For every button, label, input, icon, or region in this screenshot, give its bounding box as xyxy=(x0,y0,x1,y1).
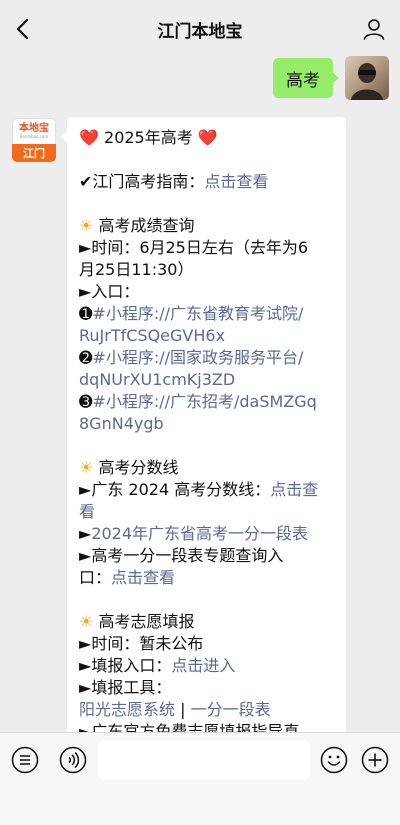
nav-bar: 江门本地宝 xyxy=(0,0,400,58)
incoming-message-bubble[interactable]: ❤️ 2025年高考 ❤️ ✔江门高考指南：点击查看 ☀ 高考成绩查询 ►时间：… xyxy=(61,117,346,757)
entry1-link-cont[interactable]: RuJrTfCSQeGVH6x xyxy=(79,325,339,347)
guide-line: ✔江门高考指南：点击查看 xyxy=(79,171,339,193)
sun-icon: ☀ xyxy=(79,458,94,477)
arrow-icon: ► xyxy=(79,634,92,653)
entry1-line: ➊#小程序://广东省教育考试院/ xyxy=(79,303,339,325)
volunteer-heading-line: ☀ 高考志愿填报 xyxy=(79,611,339,633)
score-line-item1-link[interactable]: 点击查 xyxy=(270,480,318,499)
outgoing-message-bubble[interactable]: 高考 xyxy=(273,58,339,98)
sun-icon: ☀ xyxy=(79,216,94,235)
score-line-item3-cont: 口：点击查看 xyxy=(79,567,339,589)
arrow-icon: ► xyxy=(79,678,92,697)
outgoing-message-text: 高考 xyxy=(286,70,320,91)
entry2-line: ➋#小程序://国家政务服务平台/ xyxy=(79,347,339,369)
bendibao-avatar[interactable]: 本地宝 Bendibao.com 江门 xyxy=(12,118,56,162)
score-line-heading: 高考分数线 xyxy=(98,458,179,477)
score-line-item1-link-cont[interactable]: 看 xyxy=(79,501,339,523)
volunteer-entry-label: 填报入口： xyxy=(91,656,172,675)
arrow-icon: ► xyxy=(79,238,92,257)
entry3-line: ➌#小程序://广东招考/daSMZGq xyxy=(79,391,339,413)
emoji-icon[interactable] xyxy=(320,746,348,774)
volunteer-time-line: ►时间：暂未公布 xyxy=(79,633,339,655)
check-icon: ✔ xyxy=(79,172,93,191)
my-avatar[interactable] xyxy=(345,56,389,100)
chat-input-bar xyxy=(0,732,400,825)
score-line-item3: ►高考一分一段表专题查询入 xyxy=(79,545,339,567)
score-time-text: 时间：6月25日左右（去年为6 xyxy=(91,238,309,257)
volunteer-tools-line: ►填报工具： xyxy=(79,677,339,699)
score-query-heading: 高考成绩查询 xyxy=(98,216,195,235)
chat-title: 江门本地宝 xyxy=(157,21,243,42)
avatar-logo-text: 本地宝 xyxy=(19,122,49,134)
message-title: 2025年高考 xyxy=(104,128,193,147)
number-two-icon: ➋ xyxy=(79,348,93,367)
score-line-item3-text: 高考一分一段表专题查询入 xyxy=(91,546,284,565)
heart-icon: ❤️ xyxy=(197,128,218,147)
avatar-city-label: 江门 xyxy=(12,144,56,162)
volunteer-time: 时间：暂未公布 xyxy=(91,634,204,653)
avatar-logo-area: 本地宝 Bendibao.com xyxy=(12,118,56,144)
score-line-item1: ►广东 2024 高考分数线：点击查 xyxy=(79,479,339,501)
message-input[interactable] xyxy=(98,741,310,779)
arrow-icon: ► xyxy=(79,480,92,499)
score-line-heading-line: ☀ 高考分数线 xyxy=(79,457,339,479)
volunteer-tools-label: 填报工具： xyxy=(91,678,172,697)
entry3-link[interactable]: #小程序://广东招考/daSMZGq xyxy=(92,392,316,411)
volunteer-entry-link[interactable]: 点击进入 xyxy=(171,656,235,675)
message-content: ❤️ 2025年高考 ❤️ ✔江门高考指南：点击查看 ☀ 高考成绩查询 ►时间：… xyxy=(79,127,339,743)
score-line-item2: ►2024年广东省高考一分一段表 xyxy=(79,523,339,545)
user-icon[interactable] xyxy=(362,17,386,41)
number-one-icon: ➊ xyxy=(79,304,93,323)
guide-label: 江门高考指南： xyxy=(92,172,205,191)
score-line-item3-label: 口： xyxy=(79,568,112,587)
message-title-line: ❤️ 2025年高考 ❤️ xyxy=(79,127,339,149)
entry2-link[interactable]: #小程序://国家政务服务平台/ xyxy=(92,348,303,367)
sunshine-system-link[interactable]: 阳光志愿系统 xyxy=(79,700,175,719)
back-chevron-icon[interactable] xyxy=(12,17,34,41)
list-icon[interactable] xyxy=(11,746,39,774)
heart-icon: ❤️ xyxy=(79,128,99,147)
score-line-item3-link[interactable]: 点击查看 xyxy=(111,568,175,587)
entry-label: 入口： xyxy=(91,282,140,301)
number-three-icon: ➌ xyxy=(79,392,93,411)
entry3-link-cont[interactable]: 8GnN4ygb xyxy=(79,413,339,435)
arrow-icon: ► xyxy=(79,282,92,301)
avatar-url-text: Bendibao.com xyxy=(19,133,49,139)
arrow-icon: ► xyxy=(79,546,92,565)
entry1-link[interactable]: #小程序://广东省教育考试院/ xyxy=(92,304,303,323)
score-table-link-2[interactable]: 一分一段表 xyxy=(191,700,271,719)
tools-separator: | xyxy=(175,700,191,719)
score-time-line: ►时间：6月25日左右（去年为6 xyxy=(79,237,339,259)
voice-icon[interactable] xyxy=(59,746,87,774)
volunteer-tools-links: 阳光志愿系统 | 一分一段表 xyxy=(79,699,339,721)
sun-icon: ☀ xyxy=(79,612,94,631)
score-line-item1-label: 广东 2024 高考分数线： xyxy=(91,480,271,499)
score-time-line-2: 月25日11:30） xyxy=(79,260,194,279)
guide-link[interactable]: 点击查看 xyxy=(204,172,268,191)
score-table-link[interactable]: 2024年广东省高考一分一段表 xyxy=(91,524,308,543)
score-query-heading-line: ☀ 高考成绩查询 xyxy=(79,215,339,237)
entry2-link-cont[interactable]: dqNUrXU1cmKj3ZD xyxy=(79,369,339,391)
volunteer-heading: 高考志愿填报 xyxy=(98,612,195,631)
arrow-icon: ► xyxy=(79,656,92,675)
volunteer-entry-line: ►填报入口：点击进入 xyxy=(79,655,339,677)
plus-icon[interactable] xyxy=(361,746,389,774)
entry-label-line: ►入口： xyxy=(79,281,339,303)
arrow-icon: ► xyxy=(79,524,92,543)
person-photo-icon xyxy=(351,63,383,100)
